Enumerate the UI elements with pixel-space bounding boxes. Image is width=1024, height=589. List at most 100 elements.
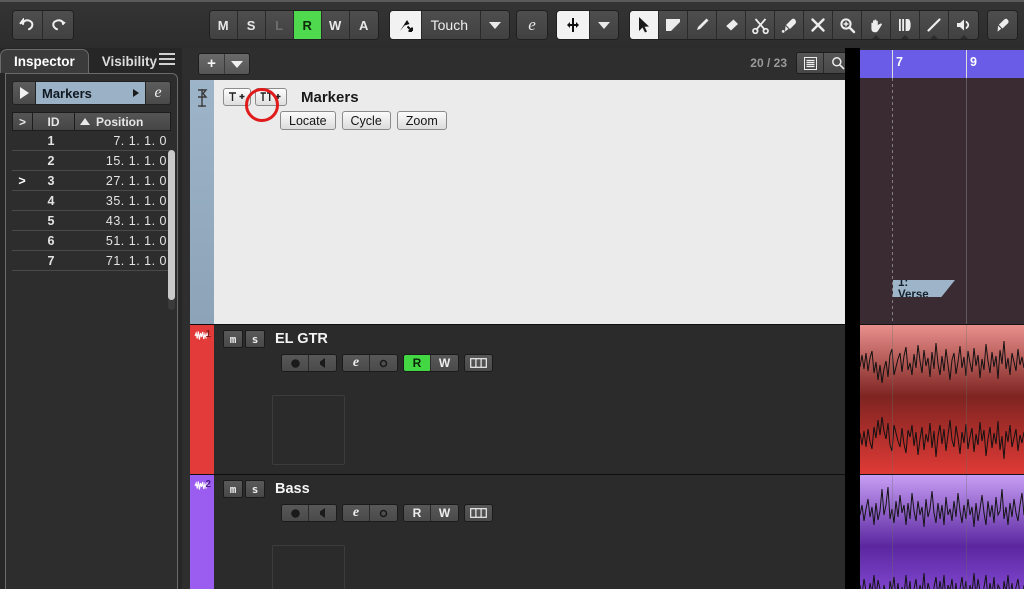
record-dot-icon[interactable]	[282, 355, 309, 371]
add-track-button[interactable]: +	[198, 53, 250, 75]
write-automation-button[interactable]: W	[321, 11, 350, 39]
eraser-icon[interactable]	[717, 11, 746, 39]
inspector-body: Markers e > ID Position 1 7. 1. 1. 0 2 1…	[5, 73, 178, 589]
marker-event[interactable]: 1: Verse	[893, 280, 955, 297]
color-paint-icon[interactable]	[988, 11, 1017, 39]
track-list-icon[interactable]	[797, 53, 824, 73]
monitor-speaker-icon[interactable]	[309, 505, 336, 521]
record-dot-icon[interactable]	[282, 505, 309, 521]
markers-track-title: Markers	[301, 88, 359, 106]
x-mark-icon[interactable]	[804, 11, 833, 39]
speaker-icon[interactable]	[949, 11, 978, 39]
edit-freeze-group: e	[342, 504, 398, 522]
track-parameter-box[interactable]	[272, 545, 345, 589]
track-number: 2	[205, 479, 211, 490]
chevron-down-icon[interactable]	[481, 11, 509, 39]
mute-button[interactable]: M	[209, 11, 238, 39]
table-row[interactable]: 7 71. 1. 1. 0	[12, 251, 171, 271]
table-row[interactable]: 4 35. 1. 1. 0	[12, 191, 171, 211]
audio-lane-bass[interactable]	[860, 474, 1024, 589]
track-read-automation-button[interactable]: R	[404, 355, 431, 371]
timeline-ruler[interactable]: 7 9	[860, 50, 1024, 78]
column-header-id[interactable]: ID	[32, 112, 74, 131]
arrow-cursor-icon[interactable]	[630, 11, 659, 39]
track-header-bass[interactable]: 2 m s Bass e R W	[190, 474, 850, 589]
track-parameter-box[interactable]	[272, 395, 345, 465]
automation-rw-group: R W	[403, 354, 459, 372]
play-triangle-icon[interactable]	[12, 81, 36, 105]
edit-channel-button[interactable]: e	[343, 505, 370, 521]
inspector-track-name[interactable]: Markers	[36, 81, 146, 105]
tab-inspector[interactable]: Inspector	[0, 49, 89, 73]
column-header-position[interactable]: Position	[74, 112, 171, 131]
track-mute-button[interactable]: m	[223, 480, 243, 498]
edit-channel-button[interactable]: e	[343, 355, 370, 371]
circle-small-icon[interactable]	[370, 355, 397, 371]
warp-icon[interactable]	[891, 11, 920, 39]
track-write-automation-button[interactable]: W	[431, 505, 458, 521]
table-row[interactable]: > 3 27. 1. 1. 0	[12, 171, 171, 191]
range-select-icon[interactable]	[659, 11, 688, 39]
markers-lane[interactable]: 1: Verse	[860, 78, 1024, 324]
locate-button[interactable]: Locate	[280, 111, 336, 130]
pencil-icon[interactable]	[688, 11, 717, 39]
zoom-button[interactable]: Zoom	[396, 111, 447, 130]
redo-icon[interactable]	[43, 11, 73, 39]
circle-small-icon[interactable]	[370, 505, 397, 521]
snap-icon[interactable]	[557, 11, 590, 39]
monitor-speaker-icon[interactable]	[309, 355, 336, 371]
lanes-icon[interactable]	[465, 355, 492, 371]
ruler-bar-label: 7	[896, 55, 903, 69]
ruler-tick	[892, 50, 893, 78]
automation-panel-button[interactable]: A	[349, 11, 378, 39]
track-name-label[interactable]: EL GTR	[275, 331, 328, 347]
lanes-icon[interactable]	[465, 505, 492, 521]
tab-visibility[interactable]: Visibility	[89, 49, 170, 73]
marker-table: > ID Position 1 7. 1. 1. 0 2 15. 1. 1. 0…	[6, 112, 177, 271]
scissors-icon[interactable]	[746, 11, 775, 39]
marker-event-label: 1: Verse	[898, 276, 929, 301]
track-solo-button[interactable]: s	[245, 480, 265, 498]
audio-event-bass[interactable]	[860, 475, 1024, 589]
row-id: 5	[47, 213, 55, 228]
row-position: 35. 1. 1. 0	[105, 193, 167, 208]
automation-icon[interactable]	[389, 11, 422, 39]
inspector-edit-button[interactable]: e	[146, 81, 171, 105]
table-row[interactable]: 6 51. 1. 1. 0	[12, 231, 171, 251]
cubase-project-window: M S L R W A Touch e Inspector Visibility…	[0, 0, 1024, 589]
table-row[interactable]: 5 43. 1. 1. 0	[12, 211, 171, 231]
inspector-track-header: Markers e	[12, 80, 171, 106]
column-header-locate[interactable]: >	[12, 112, 32, 131]
record-monitor-group	[281, 504, 337, 522]
audio-lane-el-gtr[interactable]	[860, 324, 1024, 474]
undo-icon[interactable]	[13, 11, 43, 39]
magnifier-icon[interactable]	[833, 11, 862, 39]
line-icon[interactable]	[920, 11, 949, 39]
table-row[interactable]: 2 15. 1. 1. 0	[12, 151, 171, 171]
track-read-automation-button[interactable]: R	[404, 505, 431, 521]
open-editor-button[interactable]: e	[517, 11, 547, 39]
markers-track-header[interactable]: Markers Locate Cycle Zoom	[190, 80, 850, 324]
automation-mode-value[interactable]: Touch	[421, 11, 481, 39]
track-mute-button[interactable]: m	[223, 330, 243, 348]
inspector-scrollbar[interactable]	[168, 150, 175, 310]
cycle-button[interactable]: Cycle	[341, 111, 391, 130]
audio-event-el-gtr[interactable]	[860, 325, 1024, 474]
track-header-el-gtr[interactable]: 1 m s EL GTR e R W	[190, 324, 850, 474]
panel-divider[interactable]	[845, 48, 860, 589]
listen-button[interactable]: L	[265, 11, 294, 39]
track-solo-button[interactable]: s	[245, 330, 265, 348]
snap-chevron-down-icon[interactable]	[590, 11, 618, 39]
track-write-automation-button[interactable]: W	[431, 355, 458, 371]
triangle-right-icon	[133, 89, 139, 97]
glue-tube-icon[interactable]	[775, 11, 804, 39]
chevron-down-icon[interactable]	[225, 60, 249, 68]
track-name-label[interactable]: Bass	[275, 481, 310, 497]
mute-solo-pair: m s	[223, 330, 267, 348]
hamburger-icon[interactable]	[159, 50, 175, 68]
solo-button[interactable]: S	[237, 11, 266, 39]
read-automation-button[interactable]: R	[293, 11, 322, 39]
table-row[interactable]: 1 7. 1. 1. 0	[12, 131, 171, 151]
hand-icon[interactable]	[862, 11, 891, 39]
automation-mode-group: Touch	[388, 10, 510, 40]
